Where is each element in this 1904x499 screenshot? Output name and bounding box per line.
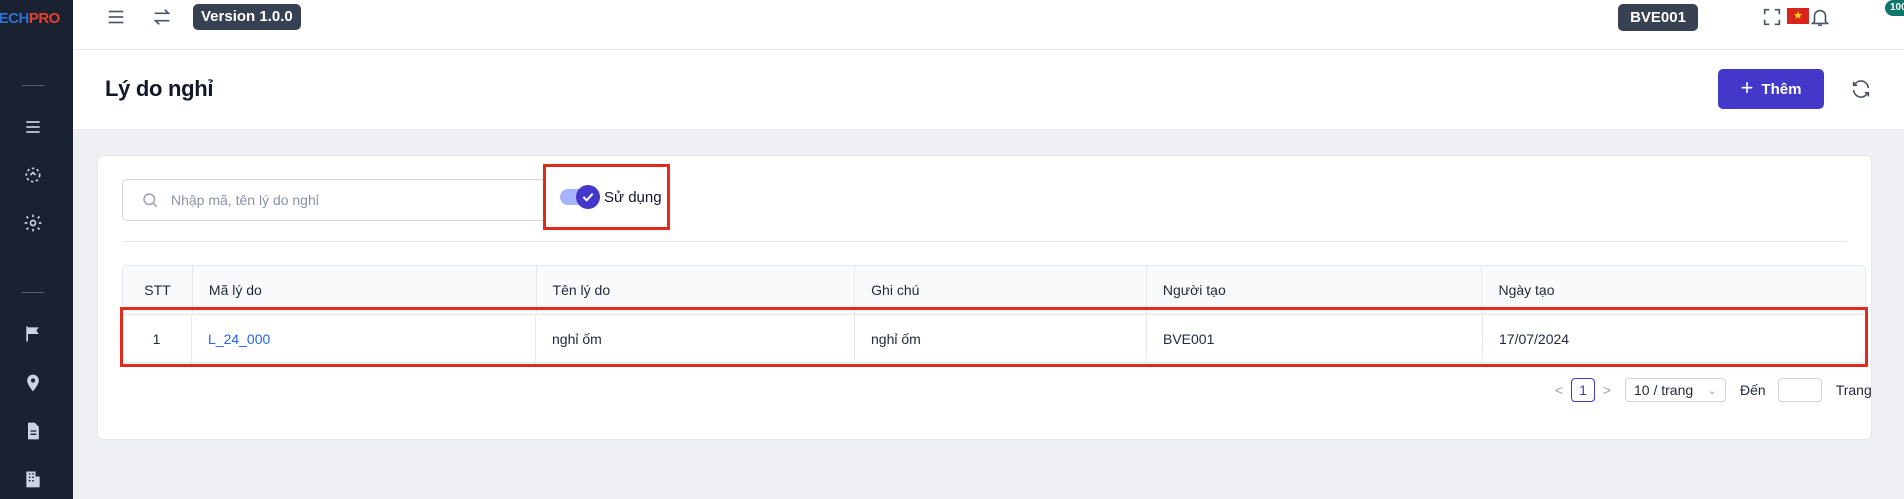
cell-stt: 1 xyxy=(122,315,192,362)
search-icon xyxy=(143,193,158,208)
logo-text-tech: TECH xyxy=(0,10,29,27)
prev-page-button[interactable]: < xyxy=(1551,382,1567,398)
page-size-select[interactable]: 10 / trang ⌄ xyxy=(1625,378,1726,402)
pagination: < 1 > 10 / trang ⌄ Đến Trang xyxy=(1551,378,1872,402)
fullscreen-icon[interactable] xyxy=(1759,4,1785,30)
user-code-badge[interactable]: BVE001 xyxy=(1618,4,1698,31)
dashed-box-icon[interactable] xyxy=(22,164,44,186)
table-header: STT Mã lý do Tên lý do Ghi chú Người tạo… xyxy=(122,265,1866,315)
logo-text-pro: PRO xyxy=(28,10,61,27)
chevron-down-icon: ⌄ xyxy=(1707,384,1717,397)
page-label: Trang xyxy=(1835,382,1872,398)
cell-name: nghỉ ốm xyxy=(536,315,855,362)
cell-creator: BVE001 xyxy=(1147,315,1483,362)
flag-icon[interactable] xyxy=(22,323,44,345)
document-icon[interactable] xyxy=(22,420,44,442)
usage-filter-highlight: Sử dụng xyxy=(543,164,670,230)
hamburger-menu-icon[interactable] xyxy=(103,4,129,30)
page-header: Lý do nghỉ + Thêm xyxy=(73,50,1904,130)
table-row[interactable]: 1 L_24_000 nghỉ ốm nghỉ ốm BVE001 17/07/… xyxy=(120,307,1868,367)
swap-arrows-icon[interactable] xyxy=(149,4,175,30)
location-pin-icon[interactable] xyxy=(22,372,44,394)
column-header-created-date[interactable]: Ngày tạo xyxy=(1482,266,1865,314)
page-size-value: 10 / trang xyxy=(1634,382,1694,398)
usage-toggle-label: Sử dụng xyxy=(604,188,662,206)
sidebar-divider xyxy=(22,292,44,293)
search-box xyxy=(122,179,546,221)
refresh-icon[interactable] xyxy=(1848,76,1874,102)
vietnam-flag-icon[interactable]: ★ xyxy=(1787,8,1809,24)
app-logo[interactable]: TECHPRO xyxy=(0,10,73,27)
search-input[interactable] xyxy=(171,192,531,208)
page-number-1[interactable]: 1 xyxy=(1571,378,1595,402)
bell-icon[interactable] xyxy=(1807,4,1833,30)
sidebar-divider xyxy=(22,85,44,86)
next-page-button[interactable]: > xyxy=(1599,382,1615,398)
menu-icon[interactable] xyxy=(22,116,44,138)
reasons-table: STT Mã lý do Tên lý do Ghi chú Người tạo… xyxy=(120,265,1868,367)
column-header-note[interactable]: Ghi chú xyxy=(855,266,1147,314)
cell-note: nghỉ ốm xyxy=(855,315,1147,362)
gear-icon[interactable] xyxy=(22,212,44,234)
add-button[interactable]: + Thêm xyxy=(1718,69,1824,109)
topbar: Version 1.0.0 BVE001 ★ 1000 xyxy=(73,0,1904,50)
building-icon[interactable] xyxy=(22,468,44,490)
usage-toggle[interactable] xyxy=(560,185,600,209)
goto-page-input[interactable] xyxy=(1777,378,1822,402)
cell-code-link[interactable]: L_24_000 xyxy=(192,315,536,362)
column-header-stt[interactable]: STT xyxy=(123,266,193,314)
column-header-creator[interactable]: Người tạo xyxy=(1147,266,1483,314)
notification-count-badge: 1000 xyxy=(1885,0,1904,16)
divider xyxy=(122,241,1847,242)
content-card: Sử dụng STT Mã lý do Tên lý do Ghi chú N… xyxy=(97,155,1872,440)
add-button-label: Thêm xyxy=(1761,80,1802,98)
page-title: Lý do nghỉ xyxy=(105,76,214,101)
plus-icon: + xyxy=(1740,75,1754,100)
cell-created-date: 17/07/2024 xyxy=(1483,315,1866,362)
column-header-code[interactable]: Mã lý do xyxy=(193,266,537,314)
version-badge: Version 1.0.0 xyxy=(193,4,301,30)
column-header-name[interactable]: Tên lý do xyxy=(537,266,856,314)
check-icon xyxy=(576,185,600,209)
sidebar: TECHPRO xyxy=(0,0,73,499)
goto-label: Đến xyxy=(1740,382,1766,398)
